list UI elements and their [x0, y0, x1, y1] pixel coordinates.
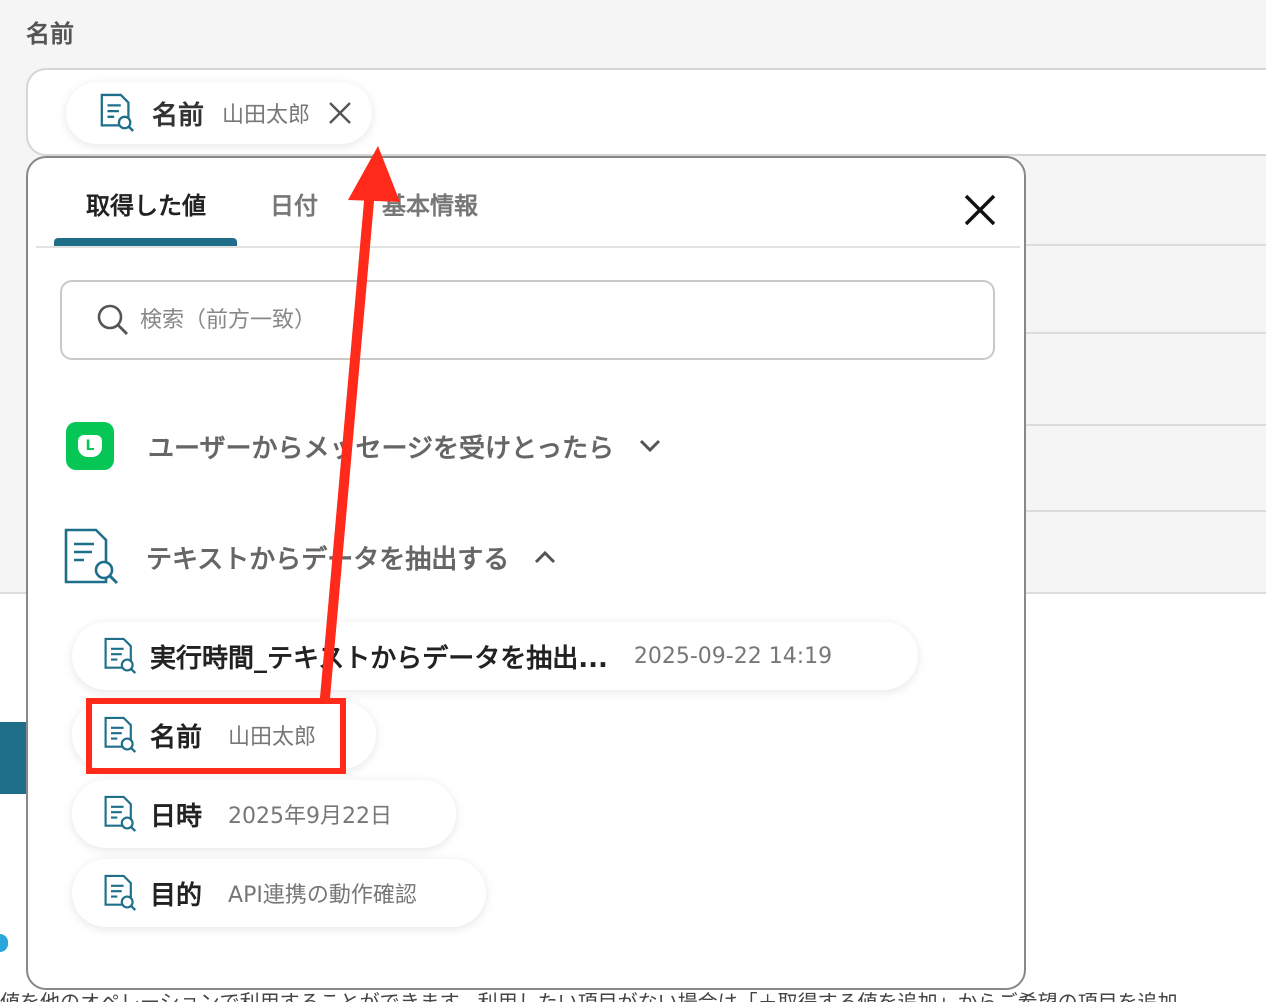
section-text-extraction[interactable]: テキストからデータを抽出する: [62, 528, 557, 586]
remove-chip-icon[interactable]: [326, 99, 354, 127]
item-value: API連携の動作確認: [228, 883, 417, 908]
document-search-icon: [104, 874, 137, 911]
section-title: ユーザーからメッセージを受けとったら: [148, 433, 615, 464]
item-value: 山田太郎: [228, 725, 317, 750]
close-icon[interactable]: [958, 188, 1002, 232]
item-key: 日時: [150, 801, 203, 832]
tab-bar: 取得した値 日付 基本情報: [36, 158, 1020, 248]
search-input[interactable]: [140, 307, 940, 333]
item-chip-execution-time[interactable]: 実行時間_テキストからデータを抽出... 2025-09-22 14:19: [72, 622, 918, 690]
tab-date[interactable]: 日付: [270, 186, 318, 221]
item-key: 名前: [150, 722, 203, 753]
chevron-down-icon: [640, 439, 661, 453]
item-key: 目的: [150, 880, 203, 911]
item-value: 2025年9月22日: [228, 804, 392, 829]
field-label: 名前: [26, 20, 74, 48]
chevron-up-icon: [535, 550, 556, 564]
item-chip-purpose[interactable]: 目的 API連携の動作確認: [72, 859, 486, 927]
document-search-icon: [104, 716, 137, 753]
chip-key: 名前: [152, 100, 205, 131]
item-chip-datetime[interactable]: 日時 2025年9月22日: [72, 780, 456, 848]
item-value: 2025-09-22 14:19: [633, 643, 833, 669]
document-search-icon: [104, 795, 137, 832]
item-chip-name[interactable]: 名前 山田太郎: [72, 701, 376, 769]
section-line-trigger[interactable]: L ユーザーからメッセージを受けとったら: [66, 422, 662, 470]
line-app-icon: L: [66, 422, 114, 470]
document-search-icon: [64, 528, 119, 585]
item-key: 実行時間_テキストからデータを抽出...: [150, 643, 608, 674]
search-box[interactable]: [60, 280, 995, 360]
chip-value: 山田太郎: [222, 103, 311, 128]
section-title: テキストからデータを抽出する: [146, 544, 510, 575]
document-search-icon: [100, 93, 135, 132]
document-search-icon: [104, 637, 137, 674]
selected-value-chip[interactable]: 名前 山田太郎: [66, 82, 373, 144]
tab-basic-info[interactable]: 基本情報: [382, 186, 478, 221]
tab-acquired-values[interactable]: 取得した値: [86, 186, 206, 221]
search-icon: [97, 304, 128, 335]
active-tab-indicator: [54, 238, 237, 246]
